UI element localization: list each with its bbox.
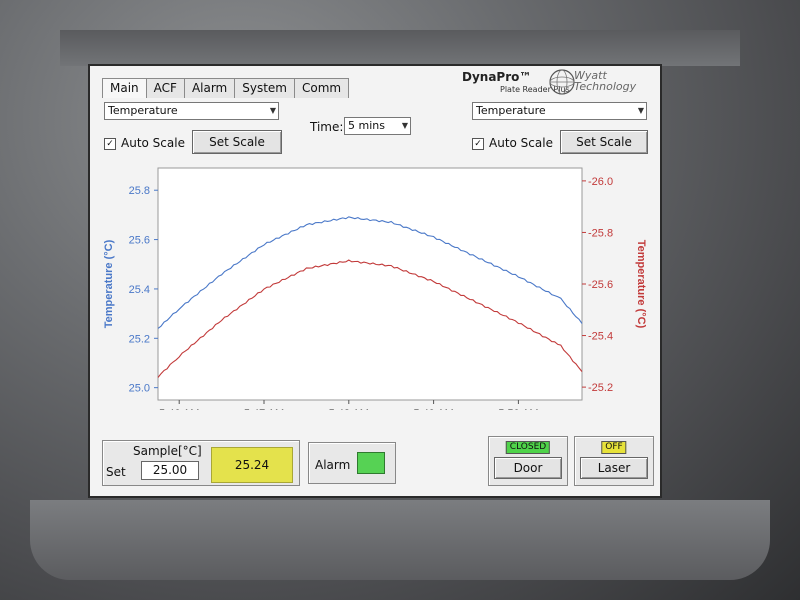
x-tick-label: 5:48 AM (329, 408, 369, 410)
laser-panel: OFF Laser (574, 436, 654, 486)
chevron-down-icon: ▼ (637, 106, 644, 115)
right-axis-variable-select[interactable]: Temperature ▼ (472, 102, 647, 120)
sample-set-label: Set (106, 465, 126, 479)
chevron-down-icon: ▼ (401, 121, 408, 130)
laser-button[interactable]: Laser (580, 457, 648, 479)
x-tick-label: 5:46 AM (159, 408, 199, 410)
tab-comm[interactable]: Comm (294, 78, 350, 98)
door-status-badge: CLOSED (505, 441, 551, 454)
time-span-select[interactable]: 5 mins ▼ (344, 117, 411, 135)
left-tick-label: 25.8 (129, 185, 150, 197)
bottom-control-panel: Sample[°C] Set 25.00 25.24 Alarm CLOSED … (90, 436, 660, 496)
tab-main[interactable]: Main (102, 78, 147, 98)
laser-status-badge: OFF (601, 441, 627, 454)
right-auto-scale-label: Auto Scale (489, 136, 553, 150)
sample-title: Sample[°C] (133, 444, 202, 458)
right-auto-scale[interactable]: ✓ Auto Scale (472, 136, 553, 150)
left-auto-scale-checkbox[interactable]: ✓ (104, 137, 116, 150)
right-tick-label: -25.4 (588, 331, 613, 343)
right-tick-label: -25.2 (588, 382, 613, 394)
x-tick-label: 5:49 AM (413, 408, 453, 410)
wyatt-logo-icon (549, 69, 575, 95)
left-set-scale-button[interactable]: Set Scale (192, 130, 282, 154)
bezel-top-edge (60, 30, 740, 66)
alarm-indicator-icon[interactable] (357, 452, 385, 474)
time-select-value: 5 mins (348, 119, 385, 132)
tab-alarm[interactable]: Alarm (183, 78, 236, 98)
company-logotype: Wyatt Technology (574, 70, 636, 92)
x-axis-ticks: 5:46 AM 5:47 AM 5:48 AM 5:49 AM 5:50 AM (159, 400, 539, 410)
tab-bar: Main ACF Alarm System Comm (102, 78, 350, 98)
product-name: DynaPro™ (462, 70, 532, 84)
left-auto-scale-label: Auto Scale (121, 136, 185, 150)
left-tick-label: 25.2 (129, 333, 150, 345)
left-tick-label: 25.0 (129, 383, 150, 395)
touch-screen: Main ACF Alarm System Comm DynaPro™ Plat… (88, 64, 662, 498)
right-auto-scale-checkbox[interactable]: ✓ (472, 137, 484, 150)
left-axis-title: Temperature (°C) (103, 239, 115, 328)
sample-temperature-readout: 25.24 (211, 447, 293, 483)
left-axis-variable-select[interactable]: Temperature ▼ (104, 102, 279, 120)
left-auto-scale[interactable]: ✓ Auto Scale (104, 136, 185, 150)
alarm-label: Alarm (315, 458, 351, 472)
right-set-scale-button[interactable]: Set Scale (560, 130, 648, 154)
tab-system[interactable]: System (234, 78, 295, 98)
x-tick-label: 5:47 AM (244, 408, 284, 410)
alarm-panel: Alarm (308, 442, 396, 484)
sample-setpoint-input[interactable]: 25.00 (141, 461, 199, 480)
chevron-down-icon: ▼ (269, 106, 276, 115)
temperature-chart: 25.0 25.2 25.4 25.6 25.8 -25.2 -25.4 -25.6 -25.… (102, 160, 648, 410)
company-line-2: Technology (574, 80, 637, 93)
door-panel: CLOSED Door (488, 436, 568, 486)
right-axis-title: Temperature (°C) (635, 240, 647, 329)
left-axis-ticks: 25.0 25.2 25.4 25.6 25.8 (129, 185, 158, 395)
right-tick-label: -25.6 (588, 279, 613, 291)
left-tick-label: 25.6 (129, 235, 150, 247)
chart-svg: 25.025.225.425.625.8 -25.2-25.4-25.6-25.… (103, 167, 647, 410)
tab-acf[interactable]: ACF (145, 78, 185, 98)
sample-temperature-panel: Sample[°C] Set 25.00 25.24 (102, 440, 300, 486)
right-axis-ticks: -25.2 -25.4 -25.6 -25.8 -26.0 (582, 176, 613, 394)
time-label: Time: (310, 120, 344, 134)
plot-area (157, 167, 583, 401)
left-tick-label: 25.4 (129, 284, 150, 296)
door-button[interactable]: Door (494, 457, 562, 479)
right-tick-label: -26.0 (588, 176, 613, 188)
brand-header: DynaPro™ Plate Reader Plus Wyatt Technol… (462, 68, 658, 98)
right-tick-label: -25.8 (588, 227, 613, 239)
bezel-bottom-edge (30, 500, 770, 580)
x-tick-label: 5:50 AM (498, 408, 538, 410)
right-axis-select-value: Temperature (476, 104, 546, 117)
left-axis-select-value: Temperature (108, 104, 178, 117)
